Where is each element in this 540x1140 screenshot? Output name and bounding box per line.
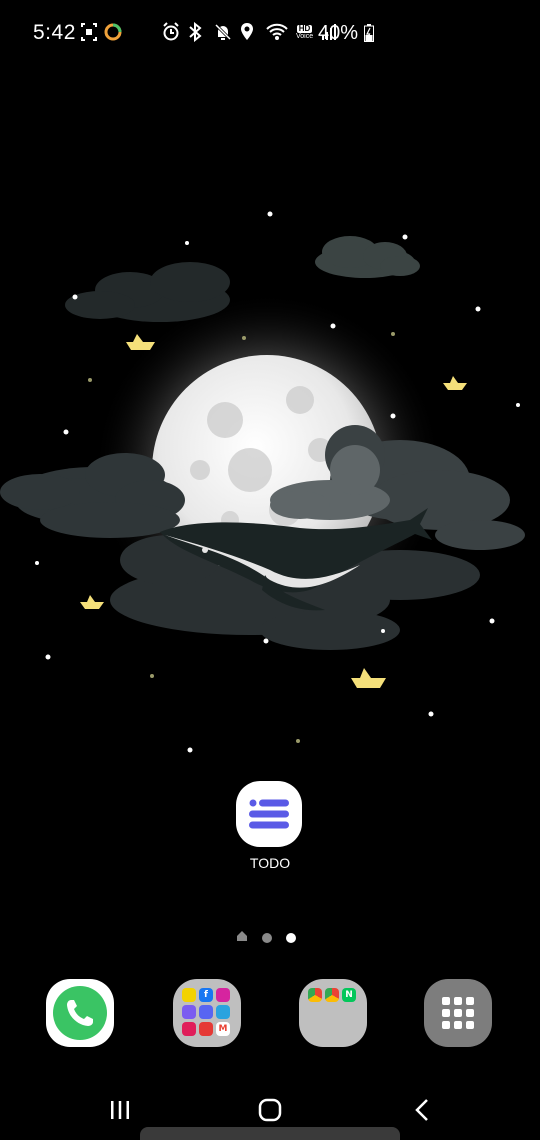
mute-icon [214, 22, 232, 42]
instagram-icon [216, 988, 230, 1002]
chrome-icon [308, 988, 322, 1002]
recents-icon [111, 1101, 129, 1119]
discord-icon [199, 1005, 213, 1019]
back-button[interactable] [392, 1090, 452, 1130]
location-icon [240, 22, 258, 42]
page-dot[interactable] [262, 933, 272, 943]
todo-app-shortcut[interactable]: TODO [236, 781, 304, 871]
page-indicator[interactable] [236, 929, 296, 947]
slack-icon [182, 1022, 196, 1036]
gmail-icon: M [216, 1022, 230, 1036]
folder-preview-grid: f M [182, 988, 232, 1038]
todo-list-icon[interactable] [236, 781, 302, 847]
apps-grid-icon [442, 997, 474, 1029]
back-icon [415, 1099, 428, 1121]
screenshot-icon [80, 22, 98, 42]
wifi-icon [266, 22, 288, 42]
battery-percent: 40% [318, 22, 359, 44]
recents-button[interactable] [90, 1090, 150, 1130]
alarm-icon [162, 22, 180, 42]
messages-icon [199, 1022, 213, 1036]
folder-preview-grid: N [308, 988, 358, 1038]
gesture-handle[interactable] [140, 1127, 400, 1140]
telegram-icon [216, 1005, 230, 1019]
home-page-indicator-icon[interactable] [236, 929, 248, 947]
page-dot-active[interactable] [286, 933, 296, 943]
battery-charging-icon [364, 24, 374, 47]
chrome-beta-icon [325, 988, 339, 1002]
dock: f M N [0, 979, 540, 1049]
messenger-icon [182, 1005, 196, 1019]
volte-icon: HD Voice [296, 23, 314, 40]
home-screen: 5:42 HD Voice 40% TODO f M N [0, 0, 540, 1140]
browser-folder[interactable]: N [299, 979, 367, 1047]
kakaotalk-icon [182, 988, 196, 1002]
bluetooth-icon [188, 21, 206, 43]
apps-drawer-button[interactable] [424, 979, 492, 1047]
naver-icon: N [342, 988, 356, 1002]
facebook-icon: f [199, 988, 213, 1002]
status-bar: 5:42 HD Voice 40% [0, 0, 540, 68]
edge-panel-icon [104, 22, 122, 42]
status-time: 5:42 [33, 21, 76, 44]
social-folder[interactable]: f M [173, 979, 241, 1047]
home-button[interactable] [240, 1090, 300, 1130]
phone-app[interactable] [46, 979, 114, 1047]
todo-app-label: TODO [249, 855, 291, 871]
home-icon [258, 1098, 282, 1122]
wallpaper [0, 0, 540, 1140]
volte-hd-label: HD [296, 23, 313, 33]
volte-voice-label: Voice [296, 32, 314, 40]
phone-icon [53, 986, 107, 1040]
status-notification-icons [80, 22, 122, 42]
